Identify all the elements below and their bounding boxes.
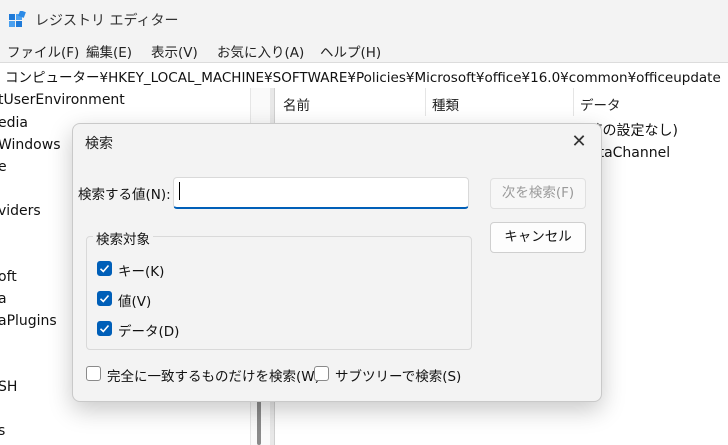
tree-item[interactable]: e [0,159,7,175]
subtree-label: サブツリーで検索(S) [335,369,462,385]
tree-item[interactable]: Windows [0,137,61,153]
tree-item[interactable]: aPlugins [0,313,57,329]
find-dialog: 検索 ✕ 検索する値(N): 次を検索(F) キャンセル 検索対象 キー(K) … [72,123,602,402]
column-data[interactable]: データ [580,94,621,114]
checkbox-unchecked-icon[interactable] [314,366,329,381]
cancel-button[interactable]: キャンセル [490,222,586,253]
column-type[interactable]: 種類 [432,94,459,114]
column-divider[interactable] [573,88,574,116]
window-title: レジストリ エディター [35,13,179,29]
column-name[interactable]: 名前 [283,94,310,114]
checkbox-checked-icon[interactable] [97,321,112,336]
address-bar[interactable]: コンピューター¥HKEY_LOCAL_MACHINE¥SOFTWARE¥Poli… [0,62,728,89]
list-cell-data[interactable]: ataChannel [590,145,670,161]
dialog-title: 検索 [85,136,113,152]
tree-item[interactable]: edia [0,115,28,131]
search-target-label: 検索対象 [93,228,153,248]
registry-icon [9,11,26,27]
tree-item[interactable]: s [0,423,5,439]
menu-favorites[interactable]: お気に入り(A) [217,41,304,61]
menu-file[interactable]: ファイル(F) [7,41,79,61]
tree-item[interactable]: viders [0,203,41,219]
option-key-label: キー(K) [118,264,165,280]
option-value-label: 値(V) [118,294,152,310]
column-divider[interactable] [425,88,426,116]
tree-item[interactable]: oft [0,269,17,285]
title-bar: レジストリ エディター [0,0,728,38]
menu-bar: ファイル(F) 編集(E) 表示(V) お気に入り(A) ヘルプ(H) [0,38,728,62]
close-icon[interactable]: ✕ [567,130,591,154]
menu-edit[interactable]: 編集(E) [86,41,132,61]
find-next-button[interactable]: 次を検索(F) [490,178,586,209]
tree-item[interactable]: tUserEnvironment [0,92,125,108]
checkbox-checked-icon[interactable] [97,291,112,306]
find-input[interactable] [173,177,469,209]
checkbox-unchecked-icon[interactable] [86,366,101,381]
find-label: 検索する値(N): [78,187,171,203]
tree-item[interactable]: SH [0,379,17,395]
menu-view[interactable]: 表示(V) [151,41,198,61]
checkbox-checked-icon[interactable] [97,261,112,276]
match-whole-label: 完全に一致するものだけを検索(W) [107,369,320,385]
menu-help[interactable]: ヘルプ(H) [320,41,381,61]
address-path[interactable]: コンピューター¥HKEY_LOCAL_MACHINE¥SOFTWARE¥Poli… [5,66,721,86]
option-data-label: データ(D) [118,324,180,340]
text-caret [179,182,180,200]
tree-item[interactable]: a [0,291,7,307]
